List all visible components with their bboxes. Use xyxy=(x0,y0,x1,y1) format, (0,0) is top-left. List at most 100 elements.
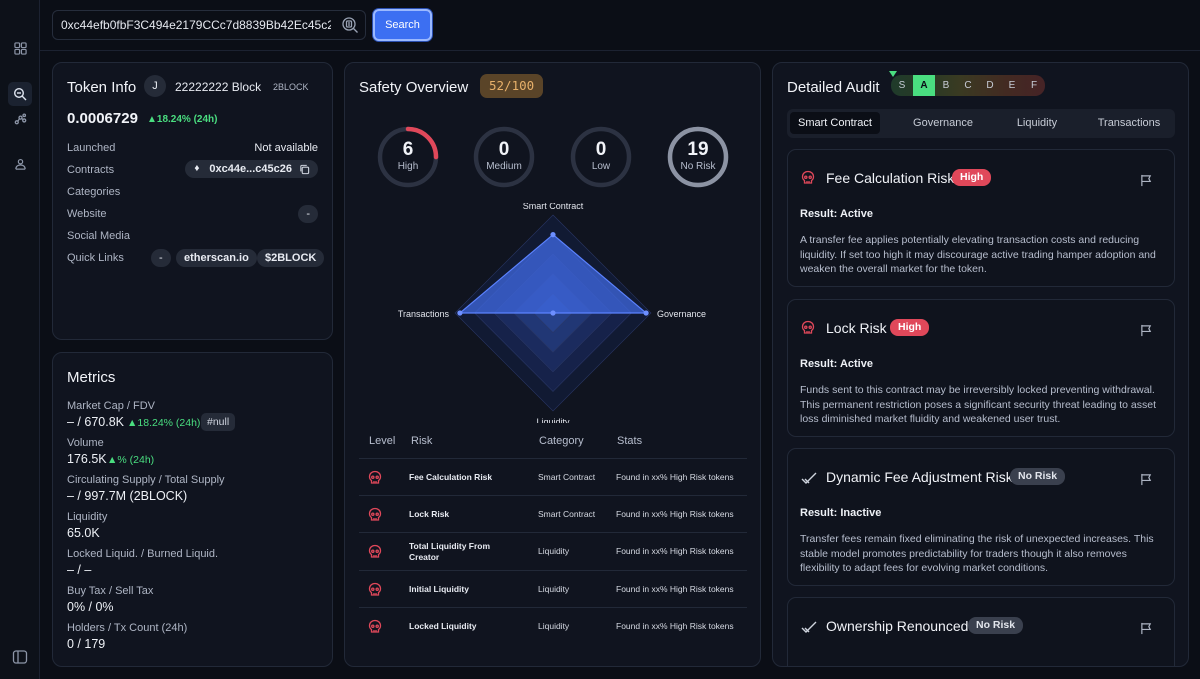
launched-value: Not available xyxy=(254,142,318,154)
sidebar-toggle-icon[interactable] xyxy=(8,645,32,669)
risk-category: Liquidity xyxy=(538,584,570,594)
metric-value: 0 / 179 xyxy=(67,637,106,651)
risk-card: Lock Risk High Result: Active Funds sent… xyxy=(787,299,1175,437)
metrics-title: Metrics xyxy=(67,369,116,386)
risk-name: Fee Calculation Risk xyxy=(409,472,493,482)
flag-icon[interactable] xyxy=(1140,622,1154,636)
flag-icon[interactable] xyxy=(1140,174,1154,188)
grade-s[interactable]: S xyxy=(891,75,913,96)
metric-label: Liquidity xyxy=(67,511,108,523)
table-row[interactable]: Initial Liquidity Liquidity Found in xx% H… xyxy=(359,570,747,607)
radar-point xyxy=(550,232,556,238)
scan-icon[interactable] xyxy=(341,16,359,34)
metric-value: 0% / 0% xyxy=(67,600,114,614)
audit-title: Detailed Audit xyxy=(787,79,880,96)
quick-link-ticker[interactable]: $2BLOCK xyxy=(257,249,325,267)
risk-description: Transfer fees remain fixed eliminating t… xyxy=(800,533,1154,574)
gauge-label: High xyxy=(397,161,419,172)
website-label: Website xyxy=(67,208,107,220)
skull-icon xyxy=(367,507,382,521)
skull-icon xyxy=(367,470,382,484)
launched-label: Launched xyxy=(67,142,116,154)
radar-chart: Smart Contract Governance Liquidity Transac… xyxy=(398,203,706,423)
result-value: Active xyxy=(839,358,873,370)
risk-stats: Found in xx% High Risk tokens xyxy=(616,509,734,519)
skull-icon xyxy=(367,619,382,633)
grade-a-active[interactable]: A xyxy=(913,75,935,96)
grade-scale: S A B C D E F xyxy=(891,75,1045,96)
risk-description: A transfer fee applies potentially eleva… xyxy=(800,234,1156,275)
gauge-count: 0 xyxy=(595,139,607,160)
risk-card-title: Dynamic Fee Adjustment Risk xyxy=(826,469,1013,485)
gauge-count: 19 xyxy=(687,139,709,160)
risk-name: Locked Liquidity xyxy=(409,621,477,631)
risk-result: Result: Active xyxy=(800,358,873,370)
tab-liquidity[interactable]: Liquidity xyxy=(991,112,1083,134)
risk-name: Total Liquidity From Creator xyxy=(409,540,491,562)
token-symbol: 2BLOCK xyxy=(273,82,309,92)
tab-governance[interactable]: Governance xyxy=(897,112,989,134)
table-row[interactable]: Lock Risk Smart Contract Found in xx% High… xyxy=(359,495,747,532)
categories-label: Categories xyxy=(67,186,121,198)
col-risk: Risk xyxy=(411,435,433,447)
search-audit-icon[interactable] xyxy=(8,82,32,106)
dashboard-grid-icon[interactable] xyxy=(8,36,32,60)
website-value[interactable]: - xyxy=(298,205,318,223)
table-row[interactable]: Fee Calculation Risk Smart Contract Found … xyxy=(359,458,747,495)
grade-d[interactable]: D xyxy=(979,75,1001,96)
metric-label: Locked Liquid. / Burned Liquid. xyxy=(67,548,219,560)
quick-link-etherscan[interactable]: etherscan.io xyxy=(176,249,257,267)
metric-label: Buy Tax / Sell Tax xyxy=(67,585,154,597)
table-row[interactable]: Total Liquidity From Creator Liquidity Fou… xyxy=(359,532,747,569)
metric-label: Market Cap / FDV xyxy=(67,400,156,412)
token-info-card: Token Info J 22222222 Block 2BLOCK 0.000… xyxy=(52,62,333,340)
flag-icon[interactable] xyxy=(1140,324,1154,338)
gauge-no-risk: 19 No Risk xyxy=(666,125,730,189)
audit-tabs: Smart Contract Governance Liquidity Tran… xyxy=(787,109,1175,138)
radar-axis-label: Smart Contract xyxy=(523,203,584,211)
metric-value: – / 670.8K xyxy=(67,415,124,429)
radar-point xyxy=(457,310,463,316)
users-icon[interactable] xyxy=(8,152,32,176)
flag-icon[interactable] xyxy=(1140,473,1154,487)
copy-icon[interactable] xyxy=(299,163,310,181)
check-icon xyxy=(800,469,818,487)
radar-point xyxy=(550,310,556,316)
risk-stats: Found in xx% High Risk tokens xyxy=(616,472,734,482)
tab-transactions[interactable]: Transactions xyxy=(1085,112,1173,134)
quick-links-label: Quick Links xyxy=(67,252,124,264)
risk-card-title: Fee Calculation Risk xyxy=(826,170,955,186)
metrics-card: Metrics Market Cap / FDV – / 670.8K ▲18.… xyxy=(52,352,333,667)
metric-value: 176.5K xyxy=(67,452,107,466)
table-row[interactable]: Locked Liquidity Liquidity Found in xx% Hi… xyxy=(359,607,747,644)
grade-e[interactable]: E xyxy=(1001,75,1023,96)
token-avatar: J xyxy=(144,75,166,97)
grade-f[interactable]: F xyxy=(1023,75,1045,96)
risk-stats: Found in xx% High Risk tokens xyxy=(616,584,734,594)
metric-label: Circulating Supply / Total Supply xyxy=(67,474,225,486)
risk-badge: High xyxy=(952,169,992,186)
result-label: Result: xyxy=(800,208,838,220)
contract-address: 0xc44e...c45c26 xyxy=(209,163,292,175)
search-input[interactable] xyxy=(61,11,331,39)
quick-link-none[interactable]: - xyxy=(151,249,171,267)
search-box xyxy=(52,10,366,40)
grade-c[interactable]: C xyxy=(957,75,979,96)
col-level: Level xyxy=(369,435,396,447)
gauge-label: No Risk xyxy=(680,161,716,172)
skull-icon xyxy=(800,170,818,188)
analytics-icon[interactable] xyxy=(8,107,32,131)
tab-smart-contract[interactable]: Smart Contract xyxy=(790,112,880,134)
risk-result: Result: Active xyxy=(800,208,873,220)
risk-card-title: Lock Risk xyxy=(826,320,887,336)
metric-change: ▲% (24h) xyxy=(107,454,155,466)
gauge-count: 0 xyxy=(498,139,510,160)
grade-b[interactable]: B xyxy=(935,75,957,96)
gauge-low: 0 Low xyxy=(569,125,633,189)
safety-score-badge: 52/100 xyxy=(480,74,544,98)
search-button[interactable]: Search xyxy=(373,9,432,41)
result-value: Active xyxy=(839,208,873,220)
contract-pill[interactable]: ♦ 0xc44e...c45c26 xyxy=(185,160,318,178)
metric-value: – / 997.7M (2BLOCK) xyxy=(67,489,188,503)
risk-name: Initial Liquidity xyxy=(409,584,469,594)
